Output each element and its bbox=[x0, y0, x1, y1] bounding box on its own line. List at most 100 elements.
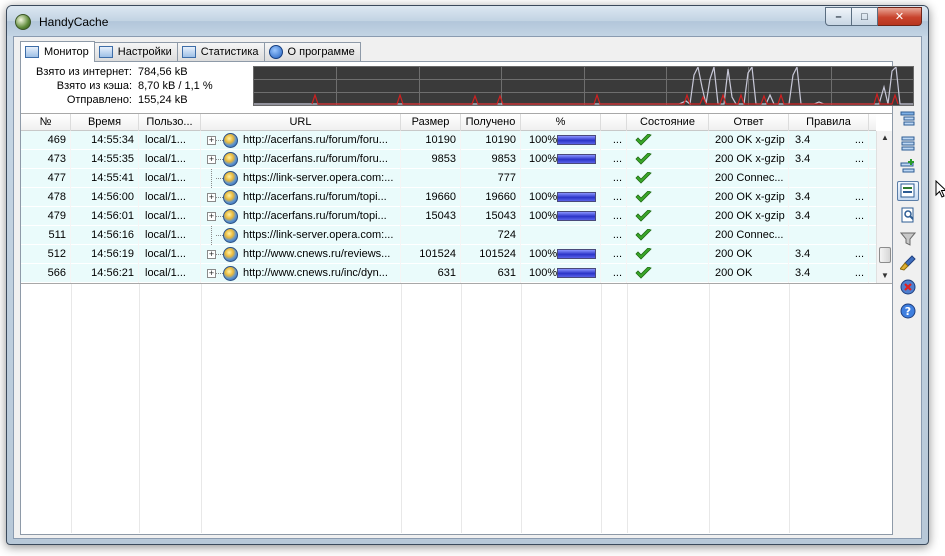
details-col-divider bbox=[627, 284, 628, 533]
cell-time: 14:55:41 bbox=[71, 169, 139, 188]
scroll-thumb[interactable] bbox=[879, 247, 891, 263]
add-tree-button[interactable] bbox=[897, 157, 919, 177]
find-button[interactable] bbox=[897, 205, 919, 225]
expand-node-icon[interactable]: + bbox=[207, 136, 216, 145]
stat-sent-label: Отправлено: bbox=[66, 94, 132, 106]
cell-percent bbox=[521, 226, 601, 245]
cell-rules: 3.4... bbox=[789, 131, 869, 150]
col-state[interactable]: Состояние bbox=[627, 114, 709, 131]
cell-rules: 3.4... bbox=[789, 264, 869, 283]
statistics-icon bbox=[181, 46, 196, 58]
expand-node-icon[interactable]: + bbox=[207, 155, 216, 164]
active-view-button[interactable] bbox=[897, 181, 919, 201]
table-row[interactable]: 479 14:56:01 local/1... + http://acerfans.ru… bbox=[21, 207, 876, 226]
percent-text: 100% bbox=[529, 134, 558, 146]
scroll-down-arrow-icon[interactable]: ▼ bbox=[877, 269, 893, 283]
table-row[interactable]: 473 14:55:35 local/1... + http://acerfans.ru… bbox=[21, 150, 876, 169]
tree-view-icon bbox=[900, 111, 915, 126]
tab-about[interactable]: О программе bbox=[263, 42, 361, 61]
cell-state bbox=[627, 207, 709, 226]
scroll-up-arrow-icon[interactable]: ▲ bbox=[877, 131, 893, 145]
filter-button[interactable] bbox=[897, 229, 919, 249]
filter-icon bbox=[900, 232, 916, 246]
percent-text: 100% bbox=[529, 153, 558, 165]
progress-bar bbox=[557, 211, 596, 221]
maximize-button[interactable]: □ bbox=[852, 7, 878, 26]
cell-number: 477 bbox=[21, 169, 71, 188]
table-row[interactable]: 478 14:56:00 local/1... + http://acerfans.ru… bbox=[21, 188, 876, 207]
expand-node-icon[interactable]: + bbox=[207, 212, 216, 221]
cell-received: 724 bbox=[461, 226, 521, 245]
globe-icon bbox=[223, 190, 238, 205]
close-button[interactable]: ✕ bbox=[878, 7, 922, 26]
cell-rules: 3.4... bbox=[789, 207, 869, 226]
stat-internet: Взято из интернет: 784,56 kB bbox=[21, 66, 253, 79]
traffic-stats: Взято из интернет: 784,56 kB Взято из кэ… bbox=[21, 62, 253, 110]
cell-user: local/1... bbox=[139, 150, 201, 169]
handycache-app-icon bbox=[15, 14, 31, 30]
cell-state bbox=[627, 264, 709, 283]
details-col-divider bbox=[461, 284, 462, 533]
tab-monitor[interactable]: Монитор bbox=[20, 41, 95, 62]
col-percent[interactable]: % bbox=[521, 114, 601, 131]
globe-icon bbox=[223, 228, 238, 243]
cell-extra: ... bbox=[601, 226, 627, 245]
globe-icon bbox=[223, 152, 238, 167]
progress-fill bbox=[558, 212, 595, 220]
expand-node-icon[interactable]: + bbox=[207, 250, 216, 259]
tree-connector bbox=[216, 235, 223, 236]
col-time[interactable]: Время bbox=[71, 114, 139, 131]
cell-state bbox=[627, 131, 709, 150]
table-row[interactable]: 512 14:56:19 local/1... + http://www.cnews.r… bbox=[21, 245, 876, 264]
col-size[interactable]: Размер bbox=[401, 114, 461, 131]
col-number[interactable]: № bbox=[21, 114, 71, 131]
cell-time: 14:56:19 bbox=[71, 245, 139, 264]
col-url[interactable]: URL bbox=[201, 114, 401, 131]
col-user[interactable]: Пользо... bbox=[139, 114, 201, 131]
cell-size: 631 bbox=[401, 264, 461, 283]
cell-received: 777 bbox=[461, 169, 521, 188]
delete-button[interactable] bbox=[897, 277, 919, 297]
progress-bar bbox=[557, 268, 596, 278]
cell-percent: 100% bbox=[521, 188, 601, 207]
table-row[interactable]: 511 14:56:16 local/1... https://link-server… bbox=[21, 226, 876, 245]
minimize-button[interactable]: – bbox=[825, 7, 852, 26]
grid-vertical-scrollbar[interactable]: ▲ ▼ bbox=[876, 131, 892, 283]
col-extra[interactable] bbox=[601, 114, 627, 131]
traffic-graph-svg bbox=[254, 64, 913, 106]
cell-number: 469 bbox=[21, 131, 71, 150]
tree-connector bbox=[211, 169, 212, 188]
check-icon bbox=[635, 267, 652, 279]
col-response[interactable]: Ответ bbox=[709, 114, 789, 131]
help-button[interactable]: ? bbox=[897, 301, 919, 321]
expand-node-icon[interactable]: + bbox=[207, 193, 216, 202]
cell-time: 14:56:01 bbox=[71, 207, 139, 226]
title-bar[interactable]: HandyCache – □ ✕ bbox=[7, 6, 928, 36]
table-row[interactable]: 477 14:55:41 local/1... https://link-server… bbox=[21, 169, 876, 188]
stat-internet-label: Взято из интернет: bbox=[36, 66, 132, 78]
table-row[interactable]: 469 14:55:34 local/1... + http://acerfans.ru… bbox=[21, 131, 876, 150]
cell-url: + http://www.cnews.ru/reviews... bbox=[201, 245, 401, 264]
cell-percent: 100% bbox=[521, 131, 601, 150]
progress-fill bbox=[558, 269, 595, 277]
expand-node-icon[interactable]: + bbox=[207, 269, 216, 278]
cell-rules: 3.4... bbox=[789, 150, 869, 169]
tab-settings[interactable]: Настройки bbox=[93, 42, 178, 61]
tab-monitor-label: Монитор bbox=[44, 46, 89, 58]
table-row[interactable]: 566 14:56:21 local/1... + http://www.cnews.r… bbox=[21, 264, 876, 283]
cell-percent: 100% bbox=[521, 207, 601, 226]
tree-view-button[interactable] bbox=[897, 109, 919, 129]
cell-percent bbox=[521, 169, 601, 188]
cell-url: + http://acerfans.ru/forum/foru... bbox=[201, 131, 401, 150]
cell-response: 200 Connec... bbox=[709, 226, 789, 245]
details-col-divider bbox=[709, 284, 710, 533]
cell-received: 10190 bbox=[461, 131, 521, 150]
cell-user: local/1... bbox=[139, 188, 201, 207]
list-view-button[interactable] bbox=[897, 133, 919, 153]
col-received[interactable]: Получено bbox=[461, 114, 521, 131]
tab-statistics[interactable]: Статистика bbox=[176, 42, 265, 61]
clear-button[interactable] bbox=[897, 253, 919, 273]
progress-fill bbox=[558, 155, 595, 163]
col-rules[interactable]: Правила bbox=[789, 114, 869, 131]
check-icon bbox=[635, 229, 652, 241]
